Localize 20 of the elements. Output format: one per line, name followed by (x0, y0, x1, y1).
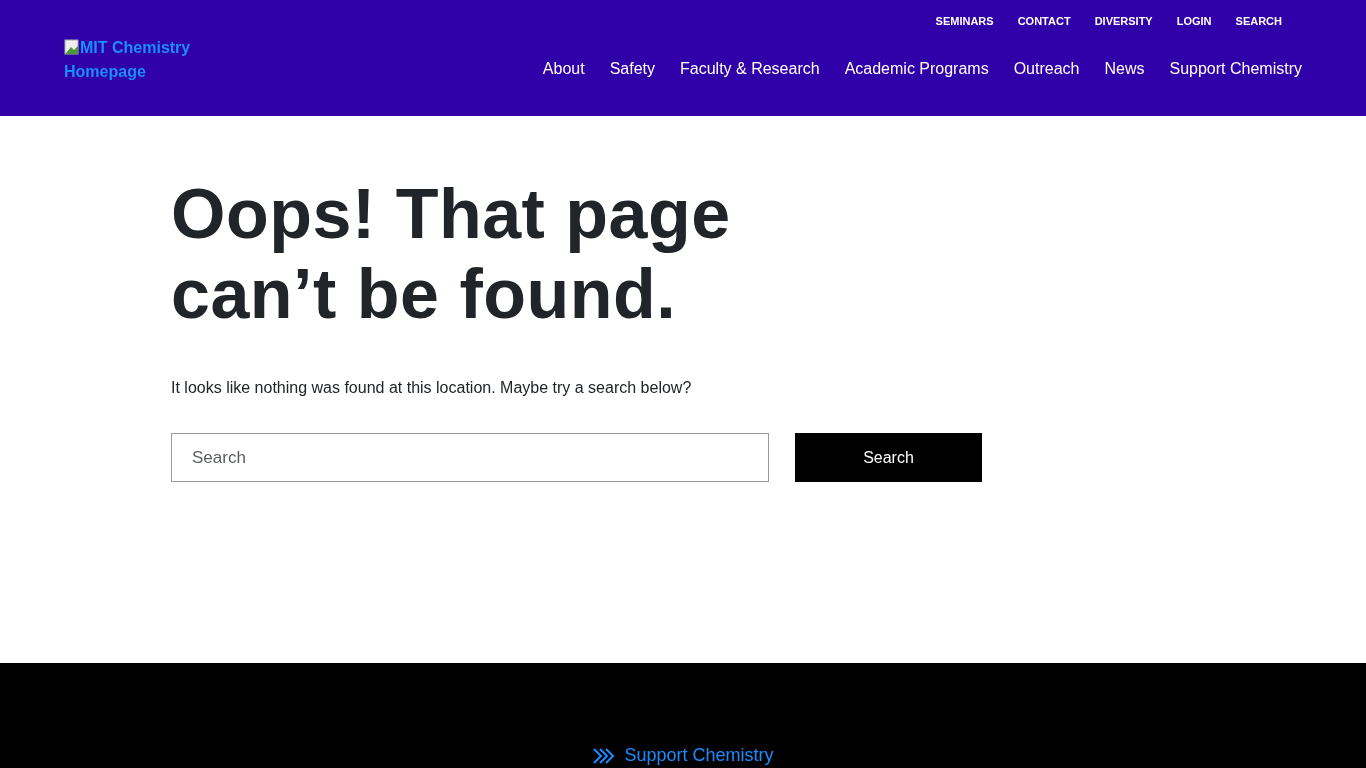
nav-link[interactable]: News (1104, 56, 1145, 81)
search-field[interactable]: Search (171, 433, 769, 482)
nav-link[interactable]: Faculty & Research (680, 56, 820, 81)
nav-link[interactable]: Academic Programs (844, 56, 989, 81)
support-link[interactable]: Support Chemistry (592, 743, 774, 768)
nav-link[interactable]: Support Chemistry (1169, 56, 1302, 81)
logo-link[interactable]: MIT Chemistry Homepage (64, 36, 214, 116)
nav-link[interactable]: Outreach (1013, 56, 1080, 81)
utility-link[interactable]: CONTACT (1017, 13, 1071, 30)
broken-image-icon (64, 39, 80, 55)
nav-link[interactable]: Safety (609, 56, 655, 81)
nav-link[interactable]: About (542, 56, 585, 81)
utility-link[interactable]: LOGIN (1176, 13, 1212, 30)
utility-link[interactable]: SEARCH (1235, 13, 1282, 30)
message-text: It looks like nothing was found at this location. Maybe try a search below? (171, 378, 693, 398)
search-button[interactable]: Search (795, 433, 982, 482)
utility-link[interactable]: SEMINARS (935, 13, 994, 30)
chevrons-icon (592, 746, 617, 765)
page-heading: Oops! That page can’t be found. (171, 174, 732, 334)
utility-link[interactable]: DIVERSITY (1094, 13, 1153, 30)
